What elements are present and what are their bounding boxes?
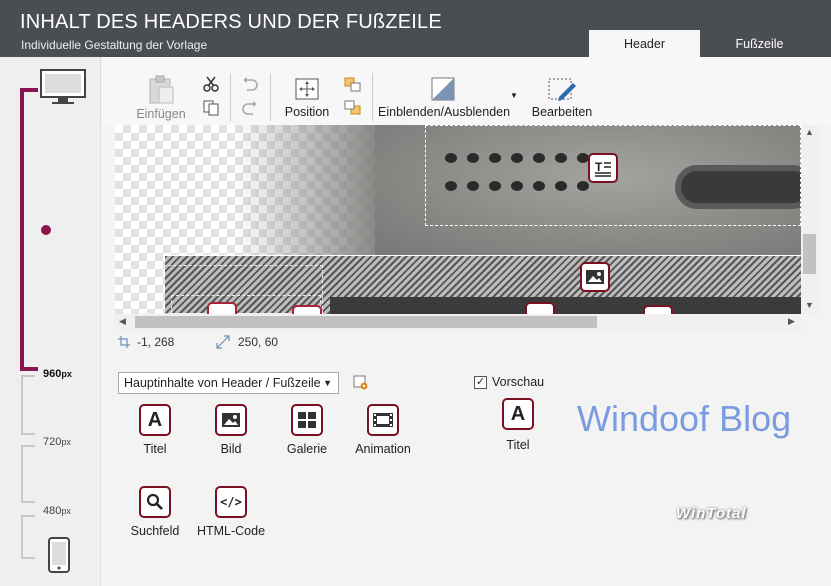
toolbar-separator <box>230 73 231 121</box>
scroll-down-arrow[interactable]: ▼ <box>805 300 814 310</box>
vertical-scrollbar[interactable]: ▲ ▼ <box>801 125 818 314</box>
title-icon: A <box>139 404 171 436</box>
element-icon-partial[interactable] <box>292 305 322 314</box>
paste-button[interactable]: Einfügen <box>134 75 188 121</box>
breakpoint-label-720[interactable]: 720px <box>43 436 71 448</box>
title-icon: A <box>502 398 534 430</box>
bring-forward-icon[interactable] <box>344 77 362 93</box>
element-icon-partial[interactable] <box>643 305 673 314</box>
image-icon <box>215 404 247 436</box>
image-element-icon[interactable] <box>580 262 610 292</box>
scroll-up-arrow[interactable]: ▲ <box>805 127 814 137</box>
toggle-visibility-button[interactable]: Einblenden/Ausblenden <box>378 77 510 119</box>
svg-text:T: T <box>595 160 603 174</box>
chevron-down-icon: ▼ <box>323 378 332 388</box>
scroll-right-arrow[interactable]: ▶ <box>788 316 795 327</box>
preview-checkbox-label: Vorschau <box>492 375 545 389</box>
position-icon <box>295 78 319 100</box>
toggle-dropdown-arrow[interactable]: ▼ <box>510 91 518 100</box>
breakpoint-tick <box>21 375 35 377</box>
wintotal-logo: WinTotal <box>676 505 747 522</box>
breakpoint-label-480[interactable]: 480px <box>43 505 71 517</box>
preview-checkbox[interactable]: ✓ <box>474 376 487 389</box>
breakpoint-tick <box>21 557 35 559</box>
element-search[interactable]: Suchfeld <box>115 486 195 538</box>
breakpoint-tick <box>21 515 35 517</box>
search-icon <box>139 486 171 518</box>
breakpoint-range-bottom <box>20 367 38 371</box>
preview-canvas[interactable]: T <box>115 125 801 314</box>
scroll-left-arrow[interactable]: ◀ <box>119 316 126 327</box>
size-coords-icon <box>216 335 230 349</box>
edit-icon <box>548 78 576 101</box>
element-image[interactable]: Bild <box>191 404 271 456</box>
horizontal-scrollbar[interactable]: ◀ ▶ <box>115 314 801 330</box>
tab-footer[interactable]: Fußzeile <box>704 30 815 57</box>
element-animation[interactable]: Animation <box>343 404 423 456</box>
gallery-icon <box>291 404 323 436</box>
page-subtitle: Individuelle Gestaltung der Vorlage <box>21 38 208 52</box>
preview-title: A Titel <box>478 398 558 452</box>
element-gallery[interactable]: Galerie <box>267 404 347 456</box>
title-element-icon[interactable]: T <box>588 153 618 183</box>
toolbar-separator <box>372 73 373 121</box>
tab-header[interactable]: Header <box>589 30 700 57</box>
breakpoint-line-960-720 <box>21 375 23 435</box>
position-coords-icon <box>118 336 130 348</box>
desktop-icon[interactable] <box>40 69 86 105</box>
toolbar: Einfügen Position Einblenden/Ausblenden … <box>102 57 831 125</box>
undo-icon[interactable] <box>241 76 259 92</box>
breakpoint-tick <box>21 501 35 503</box>
element-html-code[interactable]: </> HTML-Code <box>191 486 271 538</box>
send-backward-icon[interactable] <box>344 100 362 116</box>
toolbar-separator <box>270 73 271 121</box>
edit-button[interactable]: Bearbeiten <box>530 77 594 119</box>
element-title[interactable]: A Titel <box>115 404 195 456</box>
cut-icon[interactable] <box>202 76 220 92</box>
animation-icon <box>367 404 399 436</box>
page-title: INHALT DES HEADERS UND DER FUßZEILE <box>20 11 442 33</box>
clipboard-icon <box>149 75 174 104</box>
breakpoint-range-line[interactable] <box>20 88 24 371</box>
show-hide-icon <box>431 77 455 101</box>
breakpoint-sidebar: 960px 720px 480px <box>0 57 101 586</box>
horizontal-scroll-thumb[interactable] <box>135 316 597 328</box>
copy-icon[interactable] <box>202 100 220 116</box>
element-icon-partial[interactable] <box>525 302 555 314</box>
size-readout: 250, 60 <box>238 335 279 349</box>
breakpoint-line-720-480 <box>21 445 23 503</box>
position-button[interactable]: Position <box>280 77 334 119</box>
blog-watermark: Windoof Blog <box>577 398 792 439</box>
dark-strip <box>330 297 801 314</box>
element-category-dropdown[interactable]: Hauptinhalte von Header / Fußzeile ▼ <box>118 372 339 394</box>
position-readout: -1, 268 <box>137 335 175 349</box>
mobile-icon[interactable] <box>48 537 70 573</box>
breakpoint-line-480-0 <box>21 515 23 559</box>
redo-icon[interactable] <box>241 100 259 116</box>
title-bar: INHALT DES HEADERS UND DER FUßZEILE Indi… <box>0 0 831 57</box>
settings-icon[interactable] <box>353 375 369 391</box>
breakpoint-label-960[interactable]: 960px <box>43 368 72 380</box>
breakpoint-handle[interactable] <box>41 225 51 235</box>
breakpoint-tick <box>21 433 35 435</box>
vertical-scroll-thumb[interactable] <box>803 234 816 274</box>
breakpoint-tick <box>21 445 35 447</box>
element-icon-partial[interactable] <box>207 302 237 314</box>
code-icon: </> <box>215 486 247 518</box>
